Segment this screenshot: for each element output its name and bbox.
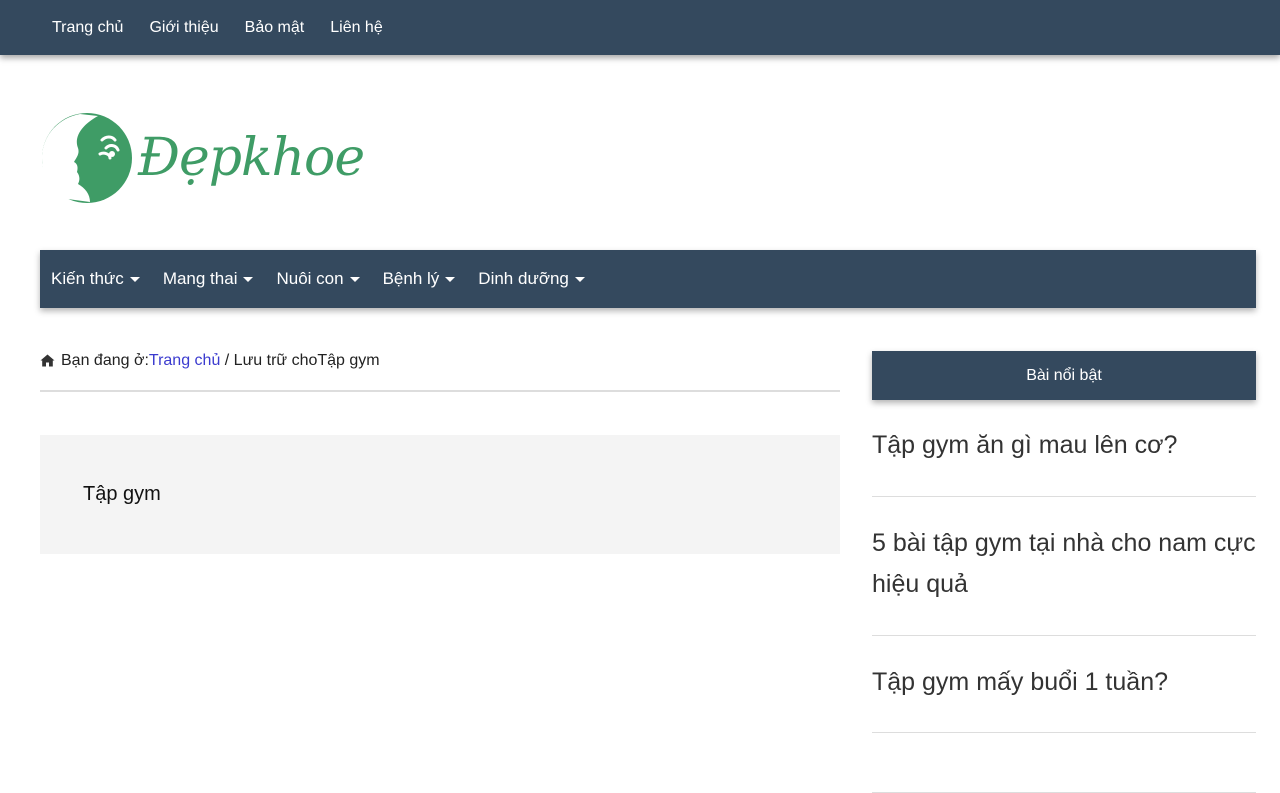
caret-down-icon (243, 276, 254, 282)
breadcrumb-prefix: Bạn đang ở: (61, 352, 149, 369)
logo-emblem-icon (42, 113, 132, 203)
breadcrumb: Bạn đang ở: Trang chủ / Lưu trữ choTập g… (40, 352, 840, 392)
caret-down-icon (445, 276, 456, 282)
nav-parenting-label: Nuôi con (276, 269, 344, 288)
nav-knowledge[interactable]: Kiến thức (40, 250, 152, 308)
caret-down-icon (349, 276, 360, 282)
topnav-contact[interactable]: Liên hệ (317, 0, 396, 55)
featured-posts-list: Tập gym ăn gì mau lên cơ? 5 bài tập gym … (872, 425, 1256, 793)
archive-title: Tập gym (83, 483, 161, 505)
nav-diseases[interactable]: Bệnh lý (372, 250, 468, 308)
site-logo[interactable]: Đẹpkhoe (40, 110, 380, 206)
featured-post-link[interactable]: 5 bài tập gym tại nhà cho nam cực hiệu q… (872, 497, 1256, 636)
nav-parenting[interactable]: Nuôi con (265, 250, 371, 308)
nav-pregnancy[interactable]: Mang thai (152, 250, 266, 308)
featured-post-link[interactable] (872, 733, 1256, 793)
breadcrumb-current: / Lưu trữ choTập gym (220, 352, 380, 369)
logo-wordmark: Đẹpkhoe (138, 128, 365, 188)
main-navigation: Kiến thức Mang thai Nuôi con Bệnh lý Din… (40, 250, 1256, 308)
nav-pregnancy-label: Mang thai (162, 269, 238, 288)
home-icon (40, 354, 55, 367)
nav-diseases-label: Bệnh lý (382, 269, 440, 288)
nav-knowledge-label: Kiến thức (51, 269, 124, 288)
topnav-about[interactable]: Giới thiệu (136, 0, 231, 55)
top-navigation: Trang chủ Giới thiệu Bảo mật Liên hệ (0, 0, 1280, 55)
sidebar-heading: Bài nổi bật (872, 351, 1256, 400)
archive-header: Tập gym (40, 435, 840, 554)
breadcrumb-home-link[interactable]: Trang chủ (149, 352, 220, 370)
nav-nutrition[interactable]: Dinh dưỡng (467, 250, 597, 308)
topnav-privacy[interactable]: Bảo mật (232, 0, 318, 55)
featured-post-link[interactable]: Tập gym mấy buổi 1 tuần? (872, 636, 1256, 733)
topnav-home[interactable]: Trang chủ (39, 0, 136, 55)
caret-down-icon (129, 276, 140, 282)
caret-down-icon (574, 276, 585, 282)
nav-nutrition-label: Dinh dưỡng (478, 269, 569, 288)
featured-post-link[interactable]: Tập gym ăn gì mau lên cơ? (872, 425, 1256, 497)
